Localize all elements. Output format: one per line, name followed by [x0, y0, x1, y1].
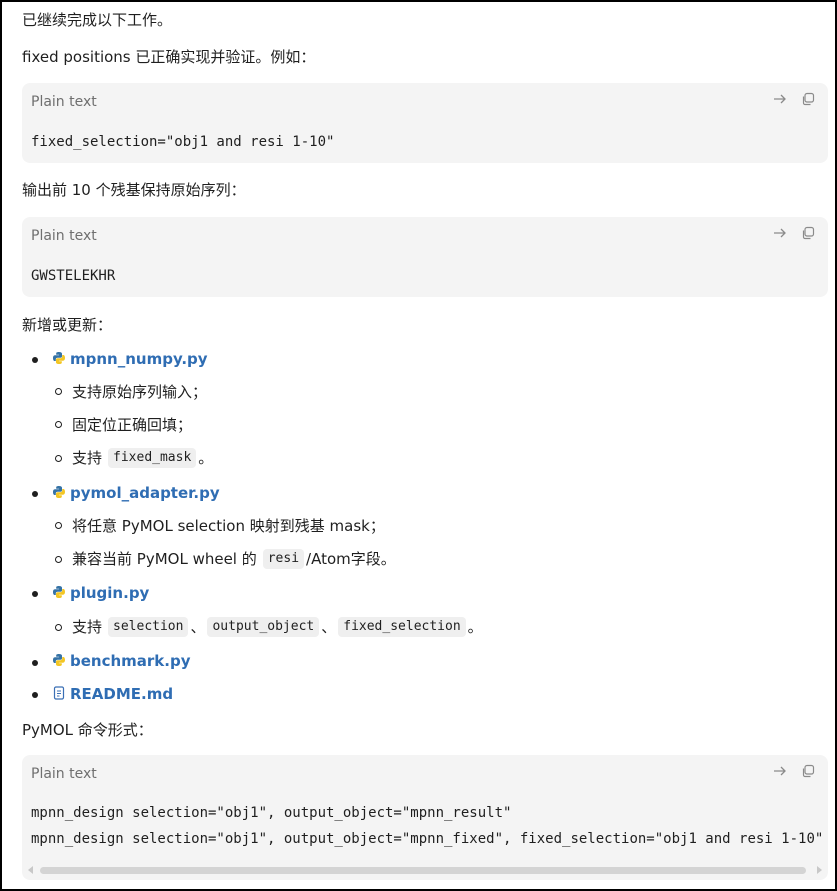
code-content: fixed_selection="obj1 and resi 1-10": [31, 134, 335, 150]
inline-code: fixed_selection: [338, 617, 466, 637]
code-language-label: Plain text: [31, 766, 97, 782]
python-icon: [53, 654, 65, 666]
scroll-left-arrow-icon[interactable]: [28, 866, 33, 874]
wrap-icon[interactable]: [772, 763, 788, 779]
detail-text-content: 。: [198, 449, 214, 467]
command-heading: PyMOL 命令形式：: [22, 721, 153, 739]
file-link-readme[interactable]: README.md: [70, 684, 173, 704]
sub-bullet: [55, 455, 62, 462]
code-actions: [772, 763, 816, 779]
code-block-2: Plain text GWSTELEKHR: [22, 217, 828, 297]
detail-text-content: 支持: [72, 449, 103, 467]
wrap-icon[interactable]: [772, 91, 788, 107]
detail-text-content: 支持: [72, 618, 103, 636]
code-language-label: Plain text: [31, 94, 97, 110]
code-actions: [772, 91, 816, 107]
code-content: GWSTELEKHR: [31, 268, 116, 284]
verified-text: fixed positions 已正确实现并验证。例如：: [22, 48, 316, 66]
detail-text: 支持 selection 、 output_object 、 fixed_sel…: [72, 617, 483, 637]
detail-text: 支持 fixed_mask 。: [72, 448, 213, 468]
file-link-plugin[interactable]: plugin.py: [70, 583, 149, 603]
python-icon: [53, 486, 65, 498]
horizontal-scrollbar[interactable]: [28, 866, 822, 874]
detail-text-content: 固定位正确回填；: [72, 416, 193, 434]
wrap-icon[interactable]: [772, 225, 788, 241]
copy-icon[interactable]: [800, 225, 816, 241]
sub-bullet: [55, 624, 62, 631]
detail-text: 将任意 PyMOL selection 映射到残基 mask；: [72, 516, 385, 536]
copy-icon[interactable]: [800, 763, 816, 779]
updates-heading: 新增或更新：: [22, 316, 113, 334]
code-actions: [772, 225, 816, 241]
python-icon: [53, 352, 65, 364]
code-block-3: Plain text mpnn_design selection="obj1",…: [22, 755, 828, 880]
detail-text-content: 将任意 PyMOL selection 映射到残基 mask；: [72, 517, 385, 535]
document-icon: [53, 686, 65, 700]
separator: 、: [190, 618, 206, 636]
sub-bullet: [55, 388, 62, 395]
detail-text-content: /Atom字段。: [306, 550, 396, 568]
chat-message-frame: 已继续完成以下工作。 fixed positions 已正确实现并验证。例如： …: [0, 0, 837, 891]
detail-text-content: 支持原始序列输入；: [72, 383, 208, 401]
sub-bullet: [55, 522, 62, 529]
detail-text-content: 兼容当前 PyMOL wheel 的: [72, 550, 257, 568]
output-text: 输出前 10 个残基保持原始序列：: [22, 181, 246, 199]
list-bullet: [32, 491, 38, 497]
separator: 、: [321, 618, 337, 636]
detail-text-content: 。: [467, 618, 483, 636]
inline-code: selection: [108, 617, 189, 637]
code-language-label: Plain text: [31, 228, 97, 244]
list-bullet: [32, 591, 38, 597]
file-link-pymol-adapter[interactable]: pymol_adapter.py: [70, 483, 220, 503]
list-bullet: [32, 660, 38, 666]
code-line: mpnn_design selection="obj1", output_obj…: [31, 805, 512, 821]
sub-bullet: [55, 421, 62, 428]
file-link-mpnn-numpy[interactable]: mpnn_numpy.py: [70, 349, 208, 369]
detail-text: 固定位正确回填；: [72, 415, 192, 435]
inline-code: resi: [262, 549, 305, 569]
scrollbar-thumb[interactable]: [40, 867, 806, 874]
list-bullet: [32, 692, 38, 698]
detail-text: 兼容当前 PyMOL wheel 的 resi /Atom字段。: [72, 549, 396, 569]
detail-text: 支持原始序列输入；: [72, 382, 207, 402]
list-bullet: [32, 357, 38, 363]
code-block-1: Plain text fixed_selection="obj1 and res…: [22, 83, 828, 163]
sub-bullet: [55, 556, 62, 563]
code-line: mpnn_design selection="obj1", output_obj…: [31, 831, 824, 847]
intro-text: 已继续完成以下工作。: [22, 11, 173, 29]
scroll-right-arrow-icon[interactable]: [817, 866, 822, 874]
python-icon: [53, 586, 65, 598]
inline-code: output_object: [207, 617, 320, 637]
file-link-benchmark[interactable]: benchmark.py: [70, 651, 191, 671]
inline-code: fixed_mask: [108, 448, 197, 468]
copy-icon[interactable]: [800, 91, 816, 107]
